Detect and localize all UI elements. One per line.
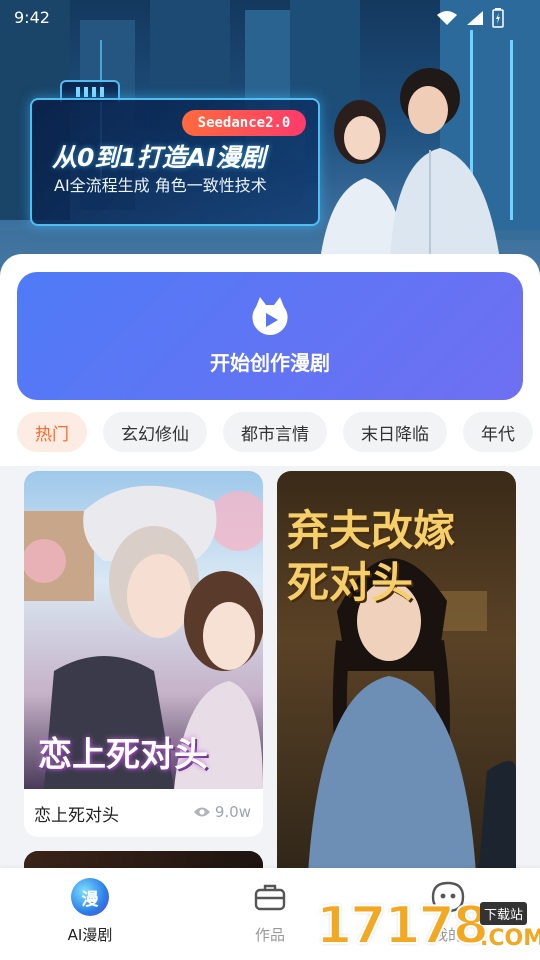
seedance-badge: Seedance2.0 xyxy=(182,110,306,136)
couple-illustration xyxy=(320,68,500,260)
cover-title: 恋上死对头 xyxy=(38,735,208,775)
card-cover-image: 恋上死对头 xyxy=(24,471,263,789)
view-count: 9.0w xyxy=(193,803,251,821)
site-watermark: 17178 下载站 .COM xyxy=(315,895,540,960)
tab-urban-romance[interactable]: 都市言情 xyxy=(223,412,327,452)
nav-label: AI漫剧 xyxy=(67,926,113,944)
tab-apocalypse[interactable]: 末日降临 xyxy=(343,412,447,452)
banner-subtitle: AI全流程生成 角色一致性技术 xyxy=(54,176,267,195)
tab-hot[interactable]: 热门 xyxy=(17,412,87,452)
nav-label: 作品 xyxy=(254,926,285,944)
briefcase-icon xyxy=(254,884,286,911)
status-time: 9:42 xyxy=(14,8,50,27)
play-icon xyxy=(252,296,288,335)
battery-icon xyxy=(492,8,504,28)
signal-icon xyxy=(467,11,483,25)
tab-fantasy[interactable]: 玄幻修仙 xyxy=(103,412,207,452)
eye-icon xyxy=(193,807,210,817)
watermark-domain: .COM xyxy=(480,926,540,951)
status-bar: 9:42 xyxy=(0,0,540,34)
wifi-icon xyxy=(437,11,457,25)
start-create-label: 开始创作漫剧 xyxy=(210,350,330,375)
ai-drama-icon: 漫 xyxy=(71,878,109,916)
drama-card[interactable]: 恋上死对头 恋上死对头 9.0w xyxy=(24,471,263,837)
nav-ai-drama[interactable]: 漫 AI漫剧 xyxy=(30,868,150,960)
cover-title-line2: 死对头 xyxy=(287,558,414,607)
nav-works[interactable]: 作品 xyxy=(210,868,330,960)
watermark-number: 17178 xyxy=(315,895,490,957)
start-create-button[interactable]: 开始创作漫剧 xyxy=(17,272,523,400)
tab-era[interactable]: 年代 xyxy=(463,412,533,452)
hero-banner[interactable]: 9:42 Seedance2.0 从0到1打造AI漫剧 AI全流程生成 角色一致… xyxy=(0,0,540,280)
drama-card[interactable]: 弃夫改嫁 死对头 xyxy=(277,471,516,891)
banner-title: 从0到1打造AI漫剧 xyxy=(52,143,266,172)
card-cover-image: 弃夫改嫁 死对头 xyxy=(277,471,516,891)
view-count-text: 9.0w xyxy=(214,803,251,821)
card-title: 恋上死对头 xyxy=(34,806,119,826)
watermark-tag: 下载站 xyxy=(480,902,528,925)
category-tabs: 热门 玄幻修仙 都市言情 末日降临 年代 xyxy=(17,412,540,452)
